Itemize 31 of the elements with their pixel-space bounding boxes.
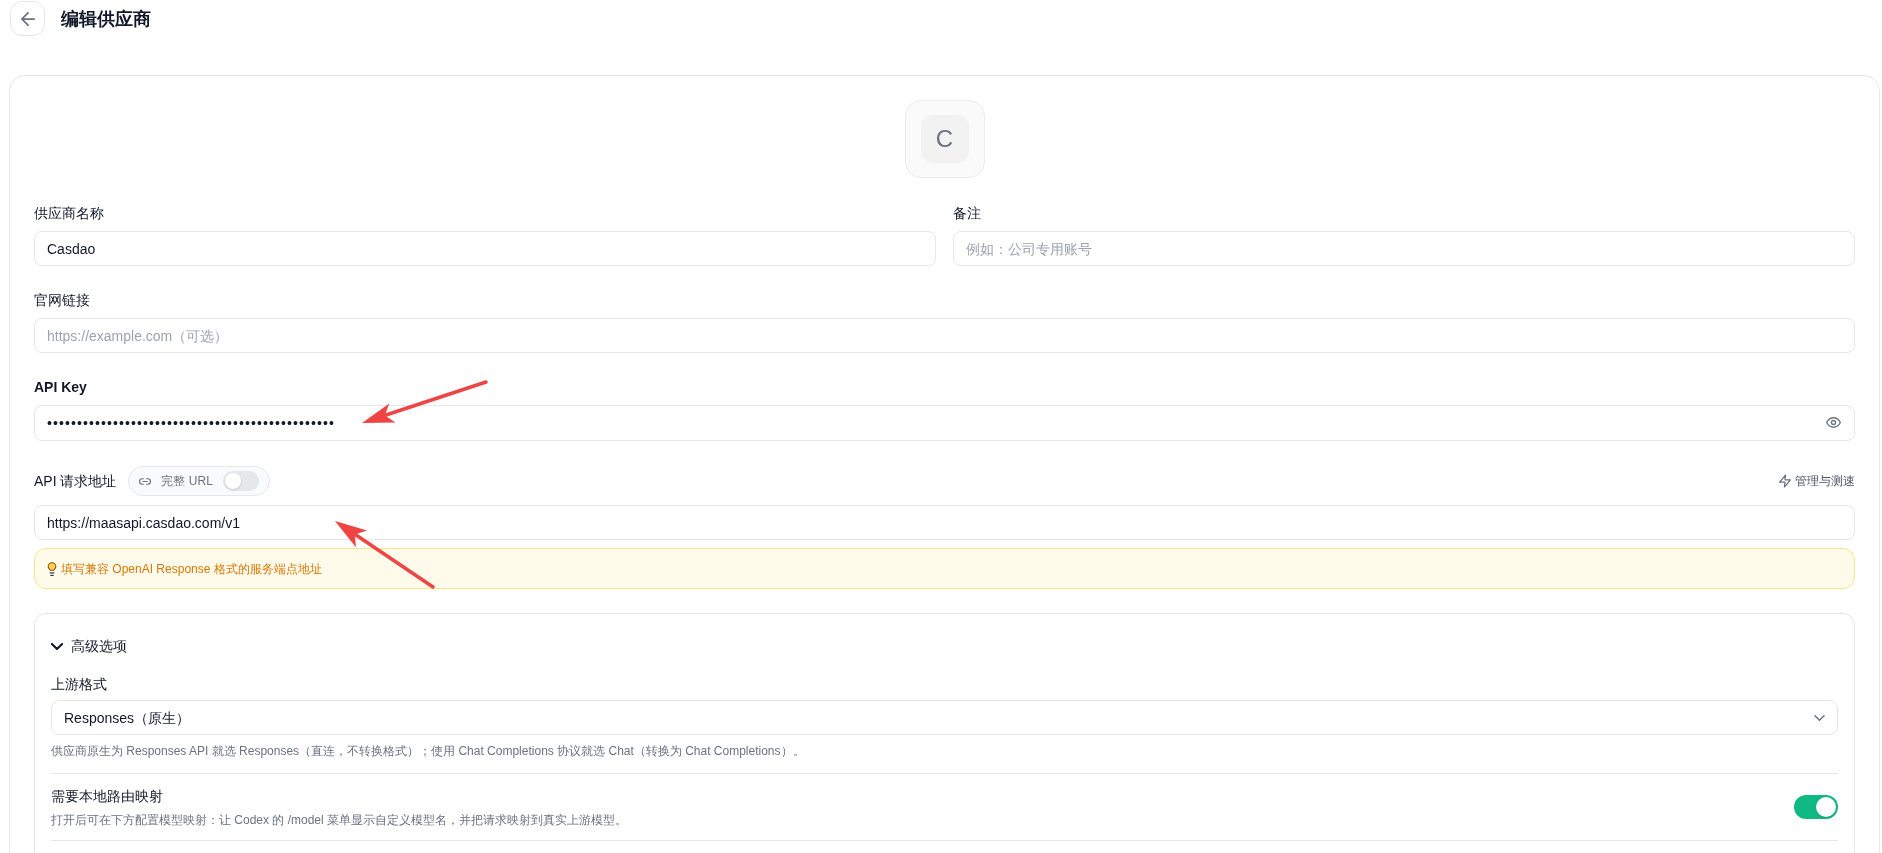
back-button[interactable]: [10, 1, 45, 36]
provider-avatar[interactable]: C: [904, 100, 985, 178]
full-url-toggle[interactable]: 完整 URL: [128, 466, 270, 496]
page-title: 编辑供应商: [61, 7, 151, 31]
upstream-format-label: 上游格式: [51, 675, 108, 694]
website-input[interactable]: https://example.com（可选）: [34, 318, 1855, 353]
note-input[interactable]: 例如：公司专用账号: [953, 231, 1855, 266]
route-mapping-switch[interactable]: [1794, 795, 1838, 819]
website-label: 官网链接: [34, 291, 91, 310]
upstream-format-help: 供应商原生为 Responses API 就选 Responses（直连，不转换格式）；使用 Chat Completions 协议就选 Chat（转换为 Chat Completions）。: [51, 743, 806, 759]
api-url-input[interactable]: https://maasapi.casdao.com/v1: [34, 505, 1855, 540]
back-arrow-icon: [20, 11, 35, 26]
route-mapping-description: 打开后可在下方配置模型映射：让 Codex 的 /model 菜单显示自定义模型名，并把请求映射到真实上游模型。: [51, 812, 628, 828]
api-key-label: API Key: [34, 378, 88, 397]
chevron-down-icon: [51, 642, 63, 650]
full-url-switch[interactable]: [222, 471, 259, 491]
api-url-label: API 请求地址: [34, 472, 117, 491]
upstream-format-select[interactable]: Responses（原生）: [51, 700, 1838, 735]
advanced-options-toggle[interactable]: 高级选项: [51, 634, 127, 658]
eye-icon[interactable]: [1826, 416, 1841, 429]
api-key-input[interactable]: ••••••••••••••••••••••••••••••••••••••••••••••••: [34, 405, 1855, 441]
lightning-icon: [1779, 474, 1791, 488]
provider-name-input[interactable]: Casdao: [34, 231, 936, 266]
note-label: 备注: [953, 204, 982, 223]
lightbulb-icon: [47, 561, 57, 576]
hint-text: 填写兼容 OpenAI Response 格式的服务端点地址: [61, 560, 322, 577]
provider-name-label: 供应商名称: [34, 204, 105, 223]
route-mapping-label: 需要本地路由映射: [51, 787, 164, 806]
manage-speed-test-link[interactable]: 管理与测速: [1779, 473, 1855, 489]
chevron-down-icon: [1814, 714, 1825, 721]
link-icon: [139, 477, 152, 485]
